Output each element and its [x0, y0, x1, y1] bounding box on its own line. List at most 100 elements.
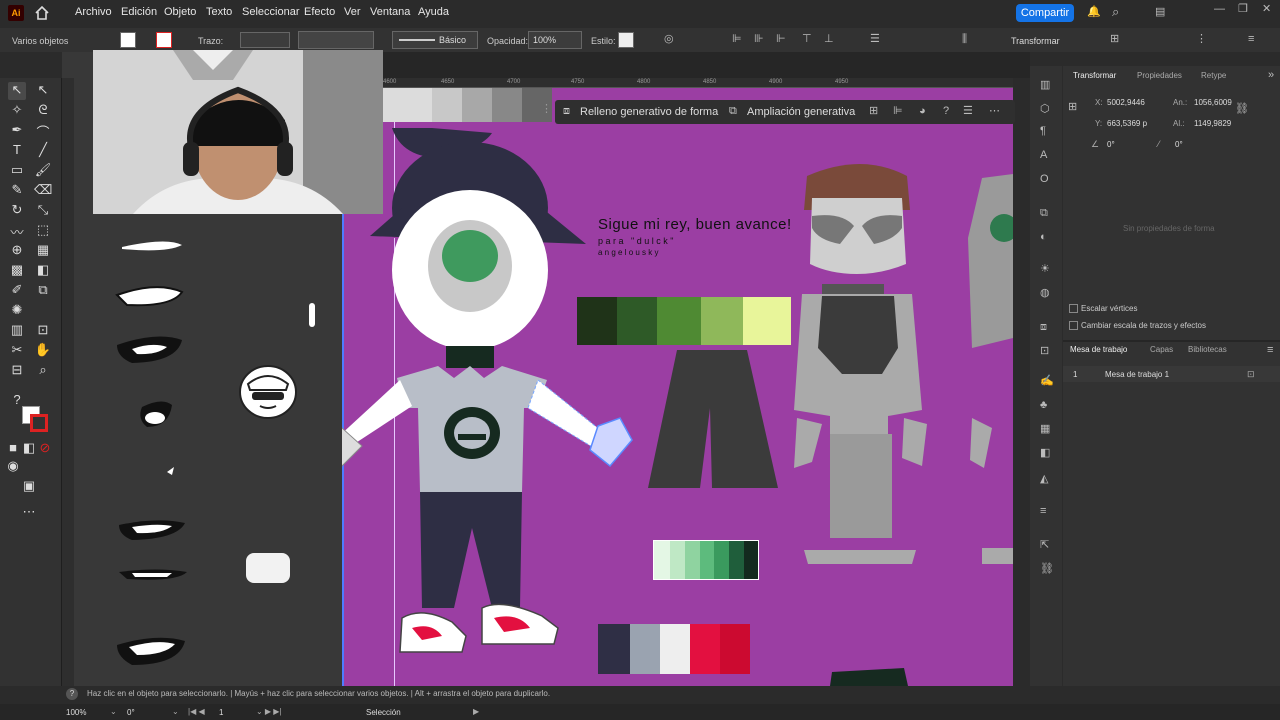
- panel-collapse-icon[interactable]: »: [1268, 70, 1274, 81]
- workspace-icon[interactable]: ▤: [1155, 7, 1165, 18]
- grid-icon[interactable]: ⊞: [869, 106, 878, 117]
- fill-swatch[interactable]: [120, 32, 136, 48]
- character-icon[interactable]: A: [1040, 150, 1047, 161]
- artboard-field[interactable]: 1: [219, 708, 223, 717]
- screen-mode-icon[interactable]: ▣: [20, 478, 38, 496]
- libraries-icon[interactable]: ▥: [1040, 80, 1050, 91]
- free-transform-icon[interactable]: ⬚: [34, 222, 52, 240]
- zoom-tool-icon[interactable]: ⌕: [34, 362, 52, 380]
- main-palette[interactable]: [598, 624, 750, 674]
- recolor-icon[interactable]: ◎: [664, 34, 674, 45]
- generative-fill-button[interactable]: ⧈ Relleno generativo de forma: [561, 103, 721, 121]
- prev-artboard-icon[interactable]: |◀ ◀: [188, 707, 205, 716]
- next-artboard-icon[interactable]: ⌄ ▶ ▶|: [256, 707, 282, 716]
- stroke-weight-field[interactable]: [240, 32, 290, 48]
- menu-ayuda[interactable]: Ayuda: [418, 6, 449, 18]
- rotation-field[interactable]: 0°: [127, 708, 135, 717]
- mint-palette[interactable]: [653, 540, 759, 580]
- menu-texto[interactable]: Texto: [206, 6, 232, 18]
- line-tool-icon[interactable]: ╱: [34, 142, 52, 160]
- perspective-grid-icon[interactable]: ▦: [34, 242, 52, 260]
- note-line-2[interactable]: p a r a " d u l c k ": [598, 236, 673, 246]
- close-icon[interactable]: ✕: [1262, 4, 1271, 15]
- tab-bibliotecas[interactable]: Bibliotecas: [1188, 345, 1227, 354]
- align-middle-icon[interactable]: ⊥: [824, 34, 834, 45]
- curvature-tool-icon[interactable]: ⌒: [34, 122, 52, 140]
- stroke-swatch[interactable]: [156, 32, 172, 48]
- selection-tool-icon[interactable]: ↖: [8, 82, 26, 100]
- align-right-icon[interactable]: ⊩: [776, 34, 786, 45]
- distribute-icon[interactable]: ☰: [870, 34, 880, 45]
- shape-builder-icon[interactable]: ⊕: [8, 242, 26, 260]
- tab-mesa-de-trabajo[interactable]: Mesa de trabajo: [1070, 345, 1127, 354]
- artboard-tool-icon[interactable]: ⊡: [34, 322, 52, 340]
- hand-tool-icon[interactable]: ✋: [34, 342, 52, 360]
- menu-archivo[interactable]: Archivo: [75, 6, 112, 18]
- appearance-icon[interactable]: ☀: [1040, 264, 1050, 275]
- symbol-sprayer-icon[interactable]: ✺: [8, 302, 26, 320]
- x-field[interactable]: 5002,9446: [1107, 98, 1145, 107]
- transform-label[interactable]: Transformar: [1011, 36, 1060, 46]
- zoom-field[interactable]: 100%: [66, 708, 86, 717]
- swatches-icon[interactable]: ▦: [1040, 424, 1050, 435]
- properties-icon[interactable]: ☰: [963, 106, 973, 117]
- drag-handle-icon[interactable]: ⋮: [541, 104, 552, 115]
- scale-tool-icon[interactable]: ⤡: [34, 202, 52, 220]
- menu-objeto[interactable]: Objeto: [164, 6, 196, 18]
- slice-tool-icon[interactable]: ✂: [8, 342, 26, 360]
- rotate-field[interactable]: 0°: [1107, 140, 1115, 149]
- tab-retype[interactable]: Retype: [1201, 71, 1226, 80]
- type-tool-icon[interactable]: T: [8, 142, 26, 160]
- gradient-tool-icon[interactable]: ◧: [34, 262, 52, 280]
- recolor-icon[interactable]: ◕: [919, 106, 926, 117]
- generative-expand-button[interactable]: ⧉ Ampliación generativa: [727, 103, 857, 121]
- h-field[interactable]: 1149,9829: [1194, 119, 1231, 128]
- asset-export-icon[interactable]: ⊡: [1040, 346, 1049, 357]
- restore-icon[interactable]: ❐: [1238, 4, 1248, 15]
- direct-selection-tool-icon[interactable]: ↖: [34, 82, 52, 100]
- menu-edicion[interactable]: Edición: [121, 6, 157, 18]
- tab-capas[interactable]: Capas: [1150, 345, 1173, 354]
- rotation-dropdown-icon[interactable]: ⌄: [172, 707, 179, 716]
- opentype-icon[interactable]: O: [1040, 174, 1049, 185]
- links-icon[interactable]: ⛓: [1040, 564, 1054, 575]
- more-tools-icon[interactable]: ⋯: [20, 504, 38, 522]
- isolate-icon[interactable]: ⊞: [1110, 34, 1119, 45]
- scale-corners-checkbox[interactable]: [1069, 304, 1078, 313]
- lasso-icon[interactable]: ᘓ: [34, 102, 52, 120]
- link-proportions-icon[interactable]: ⛓: [1235, 104, 1249, 115]
- menu-ver[interactable]: Ver: [344, 6, 361, 18]
- rotate-tool-icon[interactable]: ↻: [8, 202, 26, 220]
- tool-menu-icon[interactable]: ▶: [473, 707, 479, 716]
- brushes-icon[interactable]: ✍: [1040, 376, 1054, 387]
- pen-tool-icon[interactable]: ✒: [8, 122, 26, 140]
- paintbrush-icon[interactable]: 🖌: [34, 162, 52, 180]
- shear-field[interactable]: 0°: [1175, 140, 1183, 149]
- panel-menu-icon[interactable]: ≡: [1248, 34, 1254, 45]
- menu-ventana[interactable]: Ventana: [370, 6, 410, 18]
- align-icon[interactable]: ⊫: [893, 106, 903, 117]
- reference-point-icon[interactable]: ⊞: [1068, 102, 1077, 113]
- pathfinder-icon[interactable]: ⧉: [1040, 208, 1048, 219]
- paragraph-icon[interactable]: ¶: [1040, 126, 1046, 137]
- warp-tool-icon[interactable]: 〰: [8, 222, 26, 240]
- column-graph-icon[interactable]: ▥: [8, 322, 26, 340]
- variable-width-field[interactable]: [298, 31, 374, 49]
- export-icon[interactable]: ⇱: [1040, 540, 1049, 551]
- transparency-icon[interactable]: ◐: [1040, 232, 1047, 243]
- mesh-tool-icon[interactable]: ▩: [8, 262, 26, 280]
- gradient-panel-icon[interactable]: ◧: [1040, 448, 1050, 459]
- help-icon[interactable]: ?: [943, 106, 949, 117]
- eyedropper-icon[interactable]: ✐: [8, 282, 26, 300]
- share-button[interactable]: Compartir: [1016, 4, 1074, 22]
- shaper-tool-icon[interactable]: ✎: [8, 182, 26, 200]
- brush-select[interactable]: Básico: [392, 31, 478, 49]
- artboard-options-icon[interactable]: ⊡: [1247, 369, 1255, 380]
- green-palette[interactable]: [577, 297, 791, 345]
- rectangle-tool-icon[interactable]: ▭: [8, 162, 26, 180]
- eraser-icon[interactable]: ⌫: [34, 182, 52, 200]
- none-mode-icon[interactable]: ⊘: [36, 440, 54, 458]
- club-icon[interactable]: ♣: [1040, 400, 1047, 411]
- artboard-row[interactable]: 1 Mesa de trabajo 1 ⊡: [1063, 366, 1280, 382]
- stroke-panel-icon[interactable]: ◭: [1040, 474, 1048, 485]
